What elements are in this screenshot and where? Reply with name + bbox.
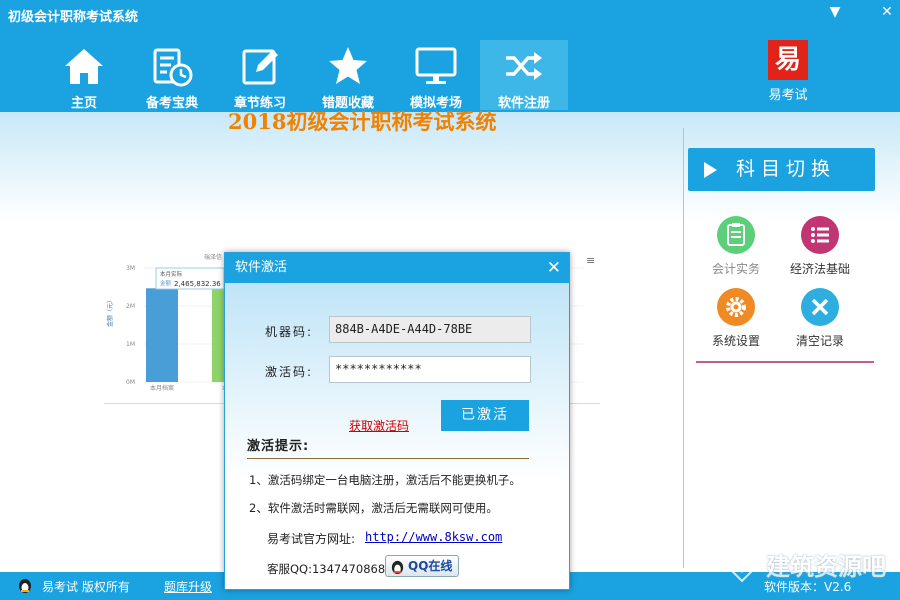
- dialog-header: 软件激活 ✕: [225, 253, 569, 283]
- panel-divider: [683, 128, 684, 568]
- nav-mock-exam[interactable]: 模拟考场: [392, 40, 480, 111]
- upgrade-link[interactable]: 题库升级: [164, 578, 212, 595]
- subject-switch-button[interactable]: 科目切换: [688, 148, 875, 191]
- chart-tooltip-title: 本月实际: [160, 270, 183, 278]
- official-site-label: 易考试官方网址:: [267, 532, 356, 546]
- nav-home-label: 主页: [70, 96, 97, 111]
- minimize-button[interactable]: ▼: [824, 2, 846, 22]
- chart-bar[interactable]: [146, 288, 178, 382]
- subject-switch-label: 科目切换: [736, 158, 837, 180]
- close-icon: [801, 288, 839, 326]
- nav-registration[interactable]: 软件注册: [480, 40, 568, 111]
- version-text: 软件版本：V2.6: [764, 580, 852, 594]
- star-icon: [329, 47, 367, 84]
- tile-system-settings[interactable]: 系统设置: [696, 288, 776, 349]
- service-qq-text: 客服QQ:1347470868: [267, 562, 386, 576]
- edit-icon: [242, 49, 278, 85]
- activation-code-field[interactable]: ************: [329, 356, 531, 383]
- chart-caption: 瑞泽信: [204, 254, 223, 261]
- copyright-text: 易考试 版权所有: [42, 580, 130, 594]
- chart-ytick-label: 1M: [126, 341, 135, 348]
- machine-code-field[interactable]: 884B-A4DE-A44D-78BE: [329, 316, 531, 343]
- app-title: 初级会计职称考试系统: [8, 10, 139, 25]
- activated-button[interactable]: 已激活: [441, 400, 529, 431]
- chart-ytick-label: 2M: [126, 303, 135, 310]
- tile-economic-law[interactable]: 经济法基础: [780, 216, 860, 277]
- qq-online-button[interactable]: QQ在线: [385, 555, 459, 577]
- nav-wrong-questions[interactable]: 错题收藏: [304, 40, 392, 111]
- hints-title: 激活提示:: [247, 439, 310, 454]
- monitor-icon: [415, 47, 457, 84]
- home-icon: [65, 49, 103, 84]
- top-toolbar: 初级会计职称考试系统 ▼ ✕ 主页 备考宝典 章节练习 错题收藏 模拟考场 软件…: [0, 0, 900, 112]
- activation-code-label: 激活码:: [265, 365, 314, 379]
- qq-online-label: QQ在线: [408, 559, 453, 573]
- dialog-close-button[interactable]: ✕: [547, 253, 561, 283]
- machine-code-label: 机器码:: [265, 325, 314, 339]
- tile-clear-records[interactable]: 清空记录: [780, 288, 860, 349]
- handbook-icon: [153, 48, 193, 87]
- activation-dialog: 软件激活 ✕ 机器码: 884B-A4DE-A44D-78BE 激活码: ***…: [224, 252, 570, 590]
- close-window-button[interactable]: ✕: [876, 2, 898, 22]
- dialog-title: 软件激活: [235, 260, 288, 275]
- penguin-icon: [391, 560, 404, 574]
- brand: 易 易考试: [760, 40, 816, 103]
- hint-item: 2、软件激活时需联网，激活后无需联网可使用。: [249, 501, 498, 515]
- chart-ylabel: 金额（元）: [106, 297, 114, 327]
- tile-accounting-practice-label: 会计实务: [711, 262, 760, 276]
- chart-xtick-label: 本月档案: [150, 384, 174, 392]
- chart-ytick-label: 0M: [126, 379, 135, 386]
- chart-tooltip-value: 2,465,832.36: [174, 280, 221, 288]
- tile-economic-law-label: 经济法基础: [789, 262, 850, 276]
- list-icon: [801, 216, 839, 254]
- nav-handbook-label: 备考宝典: [145, 96, 198, 111]
- hint-item: 1、激活码绑定一台电脑注册，激活后不能更换机子。: [249, 473, 521, 487]
- nav-home[interactable]: 主页: [40, 40, 128, 111]
- tile-clear-records-label: 清空记录: [795, 334, 844, 348]
- main-nav: 主页 备考宝典 章节练习 错题收藏 模拟考场 软件注册: [40, 40, 568, 112]
- brand-name: 易考试: [768, 88, 808, 103]
- tile-system-settings-label: 系统设置: [711, 334, 760, 348]
- chart-tooltip-series: 金额: [160, 279, 172, 287]
- nav-handbook[interactable]: 备考宝典: [128, 40, 216, 111]
- system-title: 2018初级会计职称考试系统: [228, 109, 497, 134]
- clipboard-icon: [717, 216, 755, 254]
- brand-logo: 易: [768, 40, 808, 80]
- tile-accounting-practice[interactable]: 会计实务: [696, 216, 776, 277]
- official-site-link[interactable]: http://www.8ksw.com: [365, 530, 502, 544]
- hints-divider: [247, 458, 529, 459]
- get-activation-code-link[interactable]: 获取激活码: [349, 417, 409, 434]
- gear-icon: [717, 288, 755, 326]
- penguin-icon: [19, 579, 31, 593]
- play-icon: [704, 162, 717, 178]
- dialog-body: 机器码: 884B-A4DE-A44D-78BE 激活码: **********…: [225, 283, 569, 589]
- sidebar-divider: [696, 361, 874, 363]
- chart-tooltip: 本月实际金额 2,465,832.36: [155, 267, 225, 290]
- chart-ytick-label: 3M: [126, 265, 135, 272]
- shuffle-icon: [506, 52, 542, 80]
- nav-chapter-practice[interactable]: 章节练习: [216, 40, 304, 111]
- chart-menu-icon[interactable]: ≡: [586, 254, 595, 267]
